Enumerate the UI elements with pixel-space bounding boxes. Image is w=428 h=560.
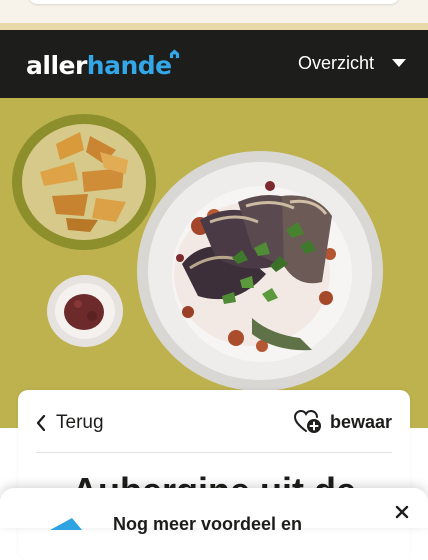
browser-top-strip	[0, 0, 428, 30]
heart-plus-icon	[293, 410, 321, 433]
app-header: aller hande Overzicht	[0, 30, 428, 98]
back-label: Terug	[56, 412, 104, 433]
allerhande-logo[interactable]: aller hande	[26, 48, 179, 80]
chevron-left-icon	[36, 415, 46, 431]
overview-menu-label: Overzicht	[297, 52, 374, 73]
caret-down-icon	[392, 58, 406, 67]
logo-text-aller: aller	[26, 51, 87, 80]
promo-text: Nog meer voordeel en	[113, 514, 303, 534]
house-icon	[169, 49, 179, 59]
save-label: bewaar	[329, 411, 392, 432]
back-button[interactable]: Terug	[36, 410, 104, 436]
save-recipe-button[interactable]: bewaar	[293, 409, 392, 435]
overview-menu-button[interactable]: Overzicht	[298, 50, 406, 76]
recipe-hero-image	[0, 98, 428, 428]
logo-text-hande: hande	[86, 51, 172, 80]
close-icon[interactable]	[392, 502, 412, 522]
promo-banner[interactable]: Nog meer voordeel en	[0, 488, 428, 534]
accent-stripe	[0, 23, 428, 30]
search-bar-edge[interactable]	[28, 0, 400, 4]
card-divider	[36, 452, 392, 453]
